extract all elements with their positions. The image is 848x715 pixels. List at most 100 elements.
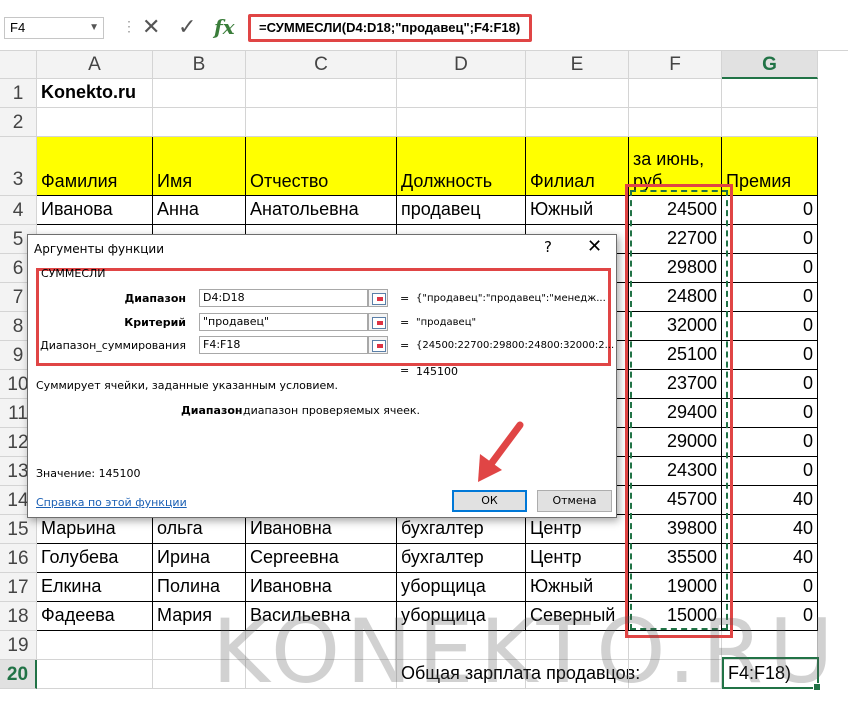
cell-a19[interactable] (37, 631, 153, 660)
cell-g4[interactable]: 0 (722, 196, 818, 225)
row-header-19[interactable]: 19 (0, 631, 37, 660)
cell-g17[interactable]: 0 (722, 573, 818, 602)
row-header-2[interactable]: 2 (0, 108, 37, 137)
cell-c2[interactable] (246, 108, 397, 137)
cell-e20[interactable] (526, 660, 629, 689)
cell-g20-active[interactable]: F4:F18) (722, 657, 821, 691)
row-header-17[interactable]: 17 (0, 573, 37, 602)
row-header-1[interactable]: 1 (0, 79, 37, 108)
column-header-f[interactable]: F (629, 51, 722, 79)
cell-b2[interactable] (153, 108, 246, 137)
cell-d19[interactable] (397, 631, 526, 660)
row-header-18[interactable]: 18 (0, 602, 37, 631)
cell-g18[interactable]: 0 (722, 602, 818, 631)
cell-b4[interactable]: Анна (153, 196, 246, 225)
cell-b15[interactable]: ольга (153, 515, 246, 544)
cell-g8[interactable]: 0 (722, 312, 818, 341)
row-header-16[interactable]: 16 (0, 544, 37, 573)
cell-g6[interactable]: 0 (722, 254, 818, 283)
cell-e19[interactable] (526, 631, 629, 660)
cell-a15[interactable]: Марьина (37, 515, 153, 544)
cell-d17[interactable]: уборщица (397, 573, 526, 602)
cell-d4[interactable]: продавец (397, 196, 526, 225)
cell-g16[interactable]: 40 (722, 544, 818, 573)
cell-a3[interactable]: Фамилия (37, 137, 153, 196)
cell-f20[interactable] (629, 660, 722, 689)
cancel-icon[interactable]: ✕ (142, 12, 160, 42)
cell-c17[interactable]: Ивановна (246, 573, 397, 602)
cell-g3[interactable]: Премия (722, 137, 818, 196)
cell-e15[interactable]: Центр (526, 515, 629, 544)
formula-input[interactable]: =СУММЕСЛИ(D4:D18;"продавец";F4:F18) (248, 14, 532, 42)
cell-a1[interactable]: Konekto.ru (37, 79, 153, 108)
cell-c18[interactable]: Васильевна (246, 602, 397, 631)
cell-d18[interactable]: уборщица (397, 602, 526, 631)
cell-g11[interactable]: 0 (722, 399, 818, 428)
cell-a2[interactable] (37, 108, 153, 137)
insert-function-icon[interactable]: fx (214, 12, 235, 42)
collapse-dialog-button[interactable] (368, 289, 388, 307)
cell-b3[interactable]: Имя (153, 137, 246, 196)
cell-g1[interactable] (722, 79, 818, 108)
cell-f2[interactable] (629, 108, 722, 137)
ok-button[interactable]: ОК (452, 490, 527, 512)
close-icon[interactable]: ✕ (587, 236, 602, 257)
fill-handle[interactable] (813, 683, 821, 691)
cell-d16[interactable]: бухгалтер (397, 544, 526, 573)
cell-e3[interactable]: Филиал (526, 137, 629, 196)
cell-c16[interactable]: Сергеевна (246, 544, 397, 573)
cell-d2[interactable] (397, 108, 526, 137)
cell-d15[interactable]: бухгалтер (397, 515, 526, 544)
column-header-d[interactable]: D (397, 51, 526, 79)
cell-a20[interactable] (37, 660, 153, 689)
cell-a17[interactable]: Елкина (37, 573, 153, 602)
cell-e2[interactable] (526, 108, 629, 137)
cell-e16[interactable]: Центр (526, 544, 629, 573)
collapse-dialog-button[interactable] (368, 313, 388, 331)
cell-c3[interactable]: Отчество (246, 137, 397, 196)
cell-g13[interactable]: 0 (722, 457, 818, 486)
cell-c19[interactable] (246, 631, 397, 660)
column-header-b[interactable]: B (153, 51, 246, 79)
column-header-e[interactable]: E (526, 51, 629, 79)
cell-g10[interactable]: 0 (722, 370, 818, 399)
arg-input-range[interactable]: D4:D18 (199, 289, 368, 307)
cell-g7[interactable]: 0 (722, 283, 818, 312)
select-all-corner[interactable] (0, 51, 37, 79)
row-header-20[interactable]: 20 (0, 660, 37, 689)
row-header-4[interactable]: 4 (0, 196, 37, 225)
cell-d3[interactable]: Должность (397, 137, 526, 196)
cell-a18[interactable]: Фадеева (37, 602, 153, 631)
enter-icon[interactable]: ✓ (178, 12, 196, 42)
cell-g15[interactable]: 40 (722, 515, 818, 544)
chevron-down-icon[interactable]: ▼ (89, 18, 99, 38)
help-link[interactable]: Справка по этой функции (36, 496, 187, 509)
cell-g2[interactable] (722, 108, 818, 137)
column-header-g[interactable]: G (722, 51, 818, 79)
cell-b17[interactable]: Полина (153, 573, 246, 602)
cell-c1[interactable] (246, 79, 397, 108)
cell-c4[interactable]: Анатольевна (246, 196, 397, 225)
name-box[interactable]: F4 ▼ (4, 17, 104, 39)
collapse-dialog-button[interactable] (368, 336, 388, 354)
cell-g5[interactable]: 0 (722, 225, 818, 254)
cancel-button[interactable]: Отмена (537, 490, 612, 512)
cell-e1[interactable] (526, 79, 629, 108)
arg-input-criteria[interactable]: "продавец" (199, 313, 368, 331)
cell-a16[interactable]: Голубева (37, 544, 153, 573)
help-icon[interactable]: ? (544, 238, 552, 256)
row-header-15[interactable]: 15 (0, 515, 37, 544)
cell-g19[interactable] (722, 631, 818, 660)
cell-f1[interactable] (629, 79, 722, 108)
cell-e18[interactable]: Северный (526, 602, 629, 631)
cell-b1[interactable] (153, 79, 246, 108)
cell-e4[interactable]: Южный (526, 196, 629, 225)
cell-b20[interactable] (153, 660, 246, 689)
cell-g14[interactable]: 40 (722, 486, 818, 515)
cell-e17[interactable]: Южный (526, 573, 629, 602)
cell-d1[interactable] (397, 79, 526, 108)
cell-b16[interactable]: Ирина (153, 544, 246, 573)
cell-a4[interactable]: Иванова (37, 196, 153, 225)
column-header-c[interactable]: C (246, 51, 397, 79)
cell-b19[interactable] (153, 631, 246, 660)
